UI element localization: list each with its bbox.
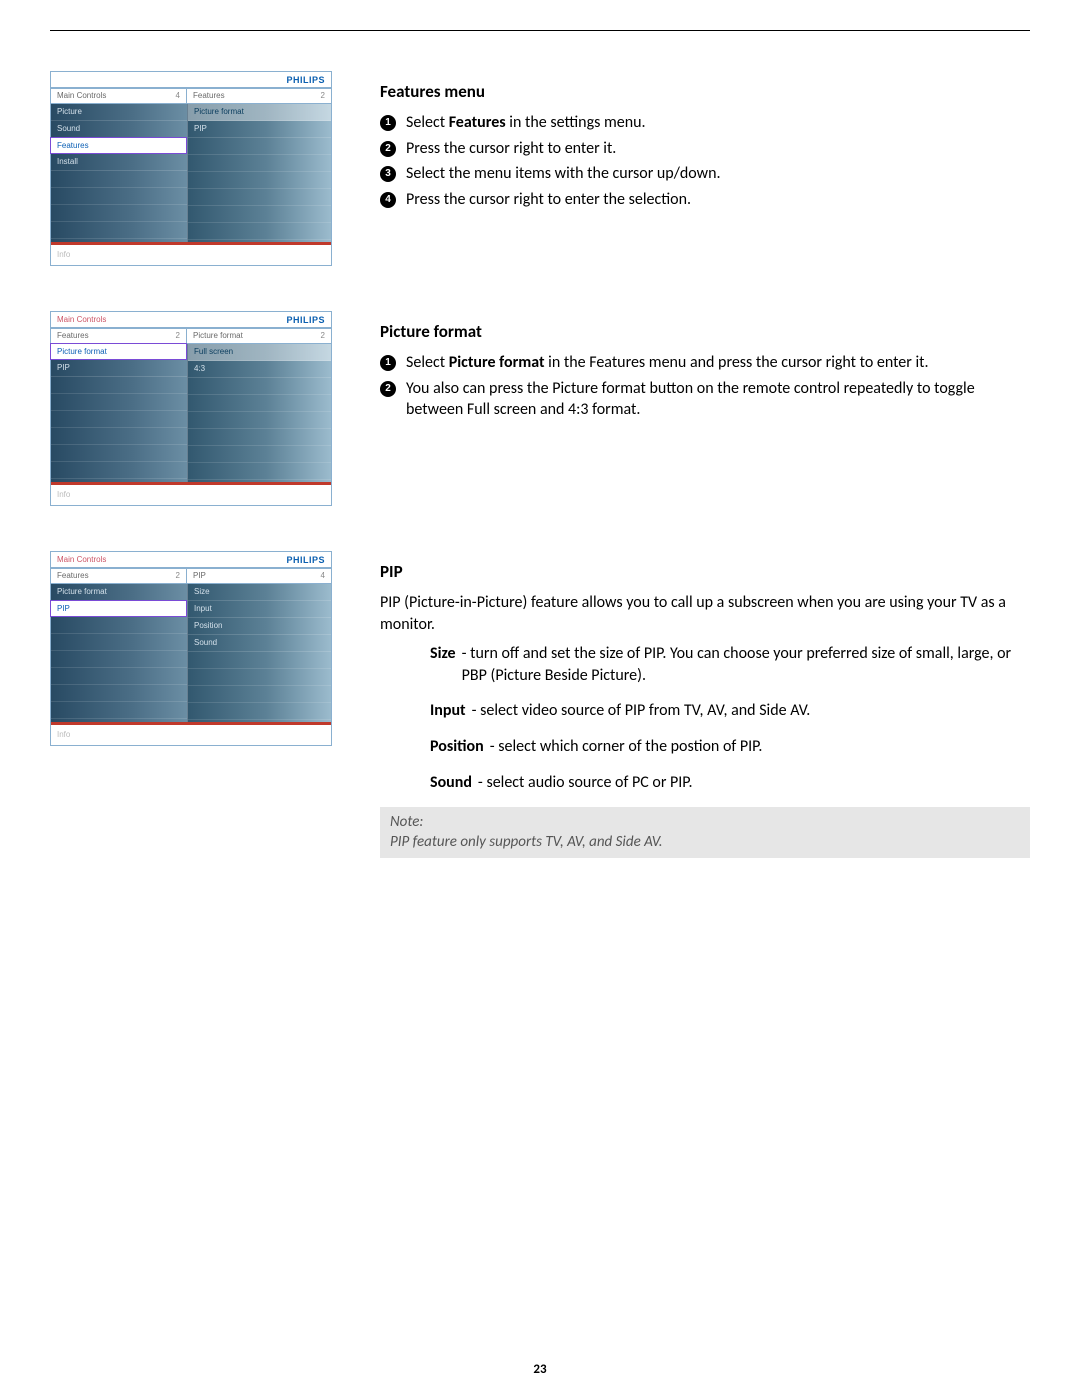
- brand-logo: PHILIPS: [286, 556, 325, 565]
- step-marker: 3: [380, 166, 396, 182]
- top-rule: [50, 30, 1030, 31]
- def-text: - select video source of PIP from TV, AV…: [472, 700, 1030, 722]
- note-body: PIP feature only supports TV, AV, and Si…: [390, 833, 1020, 853]
- osd-item[interactable]: Input: [188, 601, 331, 618]
- osd-info: Info: [51, 245, 331, 265]
- step-marker: 1: [380, 115, 396, 131]
- def-label: Sound: [430, 772, 472, 794]
- osd-item[interactable]: Sound: [188, 635, 331, 652]
- osd-right-num: 2: [321, 92, 325, 100]
- def-label: Position: [430, 736, 484, 758]
- osd-crumb: Main Controls: [57, 556, 106, 565]
- osd-item[interactable]: PIP: [51, 360, 187, 377]
- osd-item-selected[interactable]: Picture format: [50, 343, 187, 360]
- osd-left-title: Features: [57, 332, 89, 340]
- osd-item[interactable]: Install: [51, 154, 187, 171]
- osd-features: PHILIPS Main Controls 4 Features 2: [50, 71, 332, 266]
- instruction-list: 1 Select Features in the settings menu. …: [380, 112, 1030, 210]
- osd-crumb: Main Controls: [57, 316, 106, 325]
- osd-right-title: Picture format: [193, 332, 243, 340]
- manual-page: PHILIPS Main Controls 4 Features 2: [0, 0, 1080, 1397]
- instruction-list: 1 Select Picture format in the Features …: [380, 352, 1030, 421]
- def-text: - select which corner of the postion of …: [490, 736, 1030, 758]
- note-title: Note:: [390, 813, 1020, 833]
- osd-info: Info: [51, 485, 331, 505]
- osd-item[interactable]: Picture format: [188, 104, 331, 121]
- osd-item[interactable]: Full screen: [188, 344, 331, 361]
- def-text: - turn off and set the size of PIP. You …: [462, 643, 1030, 686]
- osd-right-title: Features: [193, 92, 225, 100]
- section-title: Picture format: [380, 321, 1030, 342]
- osd-left-col: Picture Sound Features Install: [51, 104, 188, 242]
- osd-item[interactable]: Picture: [51, 104, 187, 121]
- step-marker: 2: [380, 141, 396, 157]
- section-title: Features menu: [380, 81, 1030, 102]
- def-text: - select audio source of PC or PIP.: [478, 772, 1030, 794]
- osd-info: Info: [51, 725, 331, 745]
- step-marker: 2: [380, 381, 396, 397]
- osd-item[interactable]: Sound: [51, 121, 187, 138]
- osd-item[interactable]: 4:3: [188, 361, 331, 378]
- osd-pip: Main Controls PHILIPS Features 2 PIP 4: [50, 551, 332, 746]
- brand-logo: PHILIPS: [286, 316, 325, 325]
- osd-left-num: 4: [176, 92, 180, 100]
- osd-item-selected[interactable]: Features: [50, 137, 187, 154]
- step-marker: 4: [380, 192, 396, 208]
- note-box: Note: PIP feature only supports TV, AV, …: [380, 807, 1030, 858]
- osd-item[interactable]: Position: [188, 618, 331, 635]
- def-label: Input: [430, 700, 466, 722]
- section-picture-format: Main Controls PHILIPS Features 2 Picture…: [50, 311, 1030, 506]
- pip-intro: PIP (Picture-in-Picture) feature allows …: [380, 592, 1030, 635]
- page-number: 23: [0, 1362, 1080, 1377]
- section-pip: Main Controls PHILIPS Features 2 PIP 4: [50, 551, 1030, 858]
- osd-picture-format: Main Controls PHILIPS Features 2 Picture…: [50, 311, 332, 506]
- osd-right-col: Picture format PIP: [188, 104, 331, 242]
- osd-item[interactable]: Picture format: [51, 584, 187, 601]
- osd-left-title: Main Controls: [57, 92, 106, 100]
- osd-left-title: Features: [57, 572, 89, 580]
- osd-right-title: PIP: [193, 572, 206, 580]
- pip-definition-list: Size - turn off and set the size of PIP.…: [380, 643, 1030, 793]
- osd-item-selected[interactable]: PIP: [50, 600, 187, 617]
- osd-item[interactable]: PIP: [188, 121, 331, 138]
- step-marker: 1: [380, 355, 396, 371]
- osd-item[interactable]: Size: [188, 584, 331, 601]
- brand-logo: PHILIPS: [286, 76, 325, 85]
- section-features-menu: PHILIPS Main Controls 4 Features 2: [50, 71, 1030, 266]
- def-label: Size: [430, 643, 456, 686]
- section-title: PIP: [380, 561, 1030, 582]
